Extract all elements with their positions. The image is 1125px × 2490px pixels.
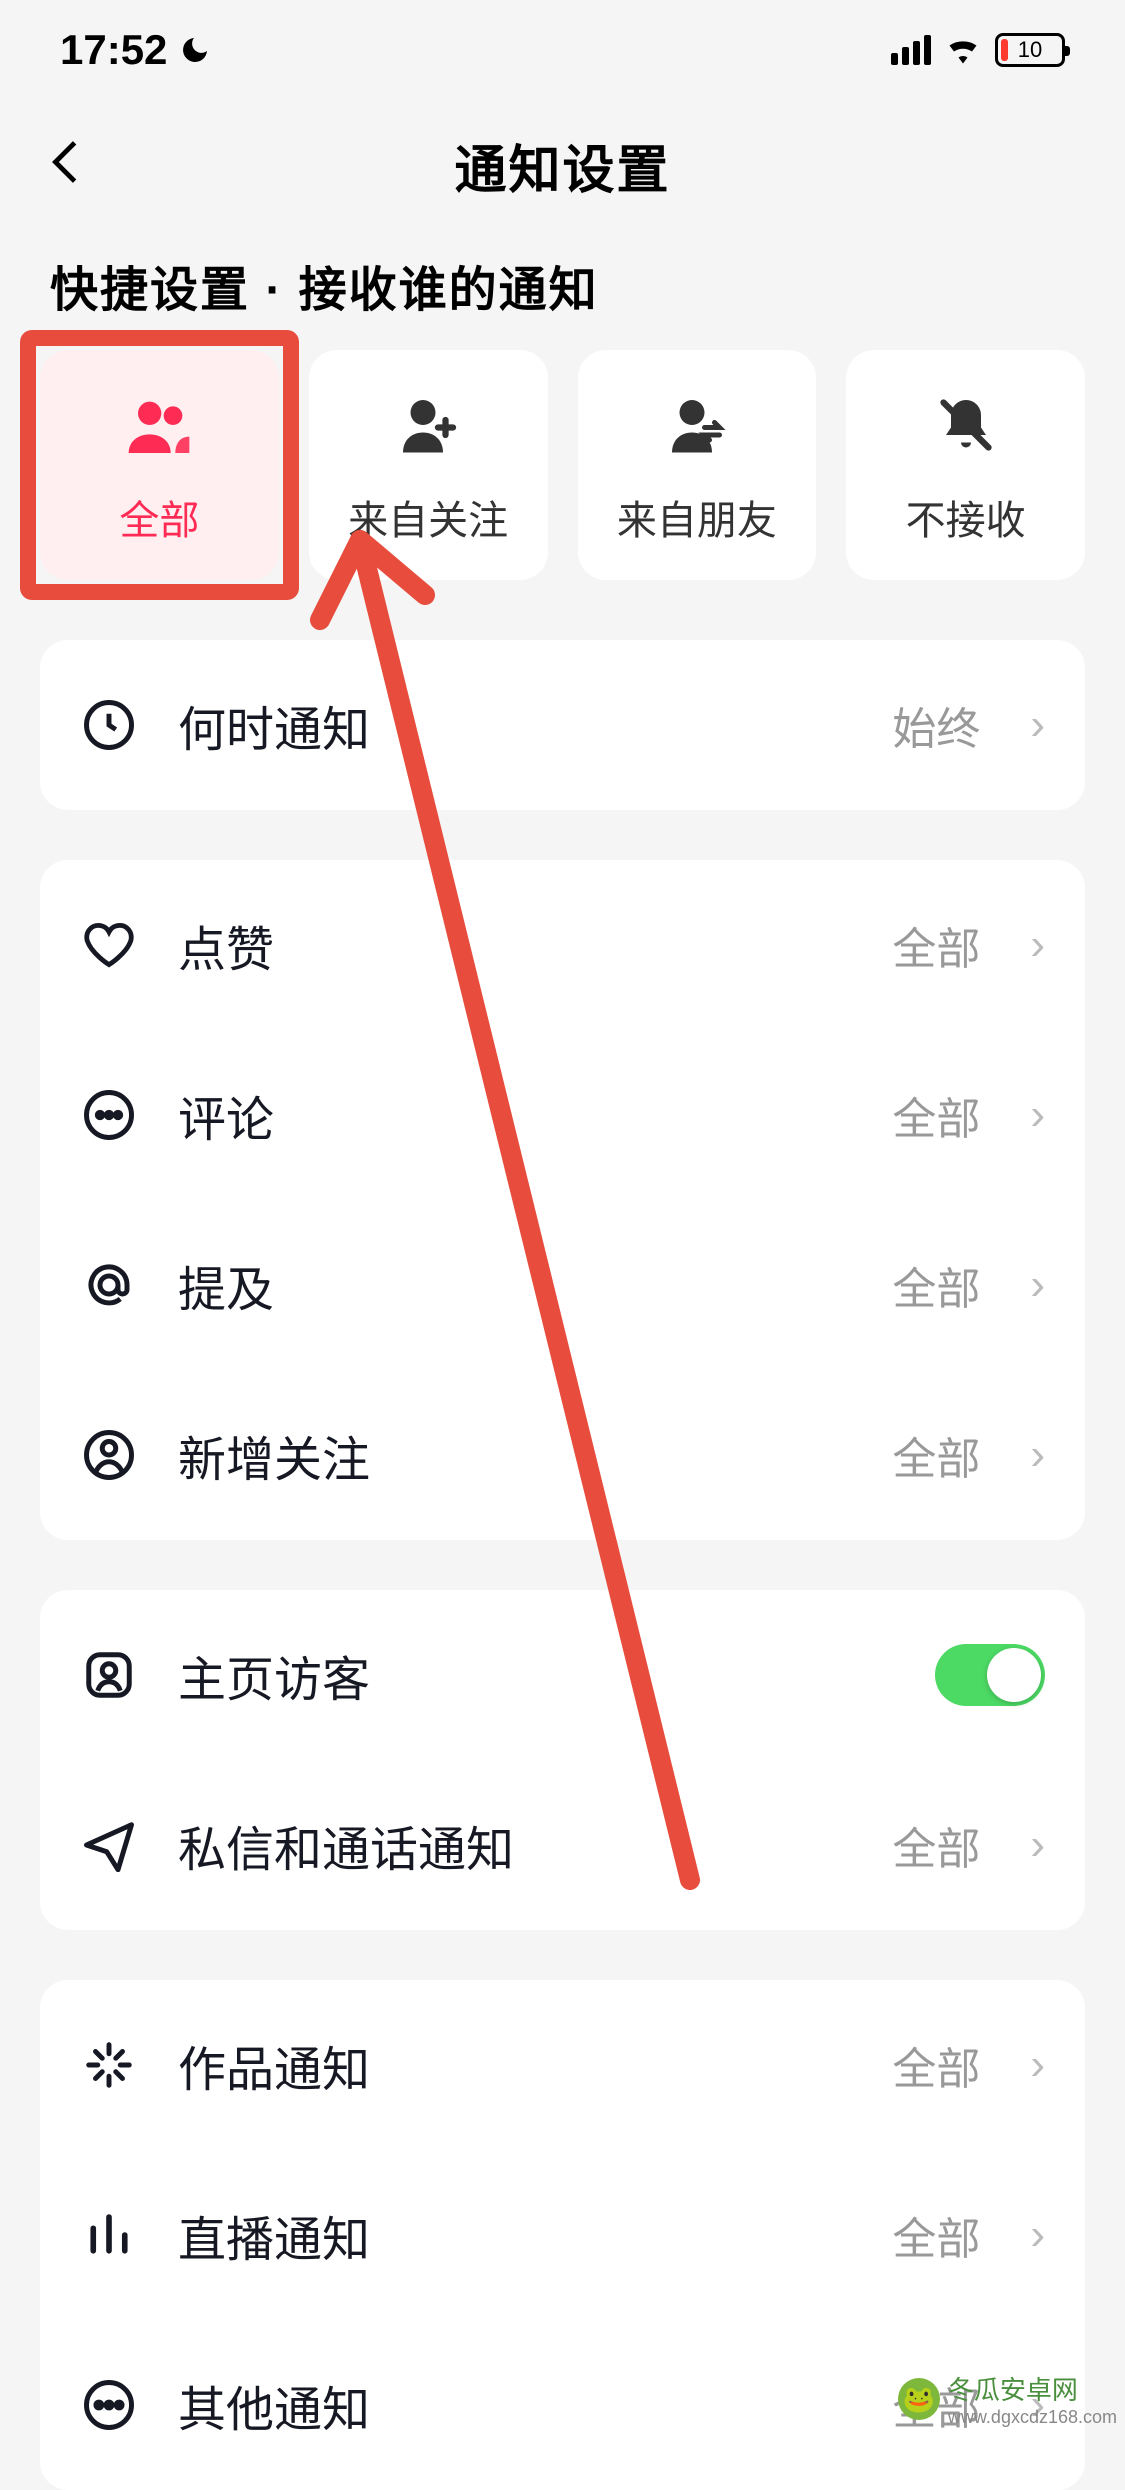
list-item-comments[interactable]: 评论 全部 › <box>40 1030 1085 1200</box>
visitor-icon <box>80 1646 138 1704</box>
heart-icon <box>80 916 138 974</box>
sparkle-icon <box>80 2036 138 2094</box>
list-label: 作品通知 <box>178 2030 852 2100</box>
settings-group-profile: 主页访客 私信和通话通知 全部 › <box>40 1590 1085 1930</box>
list-item-when[interactable]: 何时通知 始终 › <box>40 640 1085 810</box>
watermark-logo-icon: 🐸 <box>898 2378 940 2420</box>
quick-option-all[interactable]: 全部 <box>40 350 279 580</box>
signal-icon <box>891 35 931 65</box>
list-label: 提及 <box>178 1250 852 1320</box>
list-item-visitors[interactable]: 主页访客 <box>40 1590 1085 1760</box>
person-circle-icon <box>80 1426 138 1484</box>
watermark-url: www.dgxcdz168.com <box>948 2407 1117 2428</box>
watermark-text: 冬瓜安卓网 <box>948 2370 1117 2407</box>
bell-off-icon <box>931 390 1001 460</box>
quick-option-label: 来自朋友 <box>617 488 777 546</box>
list-item-likes[interactable]: 点赞 全部 › <box>40 860 1085 1030</box>
person-plus-icon <box>393 390 463 460</box>
quick-option-none[interactable]: 不接收 <box>846 350 1085 580</box>
status-right: 10 <box>891 33 1065 67</box>
chevron-right-icon: › <box>1030 2210 1045 2260</box>
header: 通知设置 <box>0 100 1125 230</box>
quick-options-row: 全部 来自关注 来自朋友 不接收 <box>0 350 1125 580</box>
at-icon <box>80 1256 138 1314</box>
settings-group-when: 何时通知 始终 › <box>40 640 1085 810</box>
clock-icon <box>80 696 138 754</box>
moon-icon <box>179 34 211 66</box>
list-item-dm-calls[interactable]: 私信和通话通知 全部 › <box>40 1760 1085 1930</box>
wifi-icon <box>945 36 981 64</box>
battery-text: 10 <box>1018 37 1042 63</box>
settings-group-interactions: 点赞 全部 › 评论 全部 › 提及 全部 › <box>40 860 1085 1540</box>
list-value: 全部 <box>892 1083 980 1147</box>
quick-settings-label: 快捷设置 · 接收谁的通知 <box>0 230 1125 350</box>
list-item-live[interactable]: 直播通知 全部 › <box>40 2150 1085 2320</box>
list-value: 全部 <box>892 2033 980 2097</box>
chevron-right-icon: › <box>1030 1430 1045 1480</box>
list-label: 点赞 <box>178 910 852 980</box>
list-value: 全部 <box>892 1813 980 1877</box>
chevron-right-icon: › <box>1030 1090 1045 1140</box>
chevron-right-icon: › <box>1030 920 1045 970</box>
back-button[interactable] <box>50 131 80 200</box>
status-time: 17:52 <box>60 26 167 74</box>
list-label: 直播通知 <box>178 2200 852 2270</box>
chevron-right-icon: › <box>1030 1820 1045 1870</box>
list-value: 全部 <box>892 1423 980 1487</box>
chevron-right-icon: › <box>1030 2040 1045 2090</box>
list-item-mentions[interactable]: 提及 全部 › <box>40 1200 1085 1370</box>
list-value: 全部 <box>892 913 980 977</box>
quick-option-label: 来自关注 <box>348 488 508 546</box>
list-label: 私信和通话通知 <box>178 1810 852 1880</box>
list-item-works[interactable]: 作品通知 全部 › <box>40 1980 1085 2150</box>
list-value: 全部 <box>892 1253 980 1317</box>
list-value: 全部 <box>892 2203 980 2267</box>
bars-icon <box>80 2206 138 2264</box>
more-icon <box>80 2376 138 2434</box>
page-title: 通知设置 <box>454 128 670 203</box>
list-label: 主页访客 <box>178 1640 895 1710</box>
list-item-new-followers[interactable]: 新增关注 全部 › <box>40 1370 1085 1540</box>
toggle-switch[interactable] <box>935 1644 1045 1706</box>
person-exchange-icon <box>662 390 732 460</box>
send-icon <box>80 1816 138 1874</box>
watermark: 🐸 冬瓜安卓网 www.dgxcdz168.com <box>898 2370 1117 2428</box>
list-label: 其他通知 <box>178 2370 852 2440</box>
chevron-right-icon: › <box>1030 700 1045 750</box>
quick-option-label: 不接收 <box>906 488 1026 546</box>
status-left: 17:52 <box>60 26 211 74</box>
battery-icon: 10 <box>995 33 1065 67</box>
people-icon <box>124 390 194 460</box>
list-label: 何时通知 <box>178 690 852 760</box>
quick-option-friends[interactable]: 来自朋友 <box>578 350 817 580</box>
quick-option-following[interactable]: 来自关注 <box>309 350 548 580</box>
chevron-right-icon: › <box>1030 1260 1045 1310</box>
status-bar: 17:52 10 <box>0 0 1125 100</box>
list-label: 评论 <box>178 1080 852 1150</box>
list-label: 新增关注 <box>178 1420 852 1490</box>
quick-option-label: 全部 <box>119 488 199 546</box>
comment-icon <box>80 1086 138 1144</box>
list-value: 始终 <box>892 693 980 757</box>
